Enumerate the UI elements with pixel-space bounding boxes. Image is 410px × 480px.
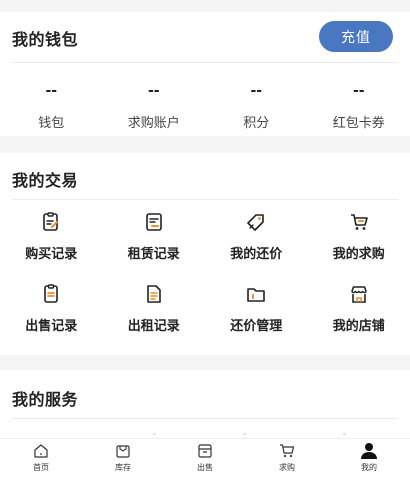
sale-record-icon xyxy=(40,283,62,305)
wallet-stats: -- 钱包 -- 求购账户 -- 积分 -- 红包卡券 xyxy=(0,82,410,131)
wallet-stat-wallet[interactable]: -- 钱包 xyxy=(0,82,103,131)
tab-profile[interactable]: 我的 xyxy=(328,439,410,480)
wallet-header: 我的钱包 充值 xyxy=(0,12,410,62)
trade-title: 我的交易 xyxy=(12,171,79,190)
wallet-card: 我的钱包 充值 -- 钱包 -- 求购账户 -- 积分 -- 红包卡券 xyxy=(0,12,410,136)
stat-label: 红包卡券 xyxy=(332,116,385,131)
stat-value: -- xyxy=(352,83,365,99)
wallet-stat-points[interactable]: -- 积分 xyxy=(205,82,308,131)
tab-label: 首页 xyxy=(33,463,49,472)
counter-offer-icon xyxy=(245,211,267,233)
service-card: 我的服务 xyxy=(0,370,410,440)
tab-label: 库存 xyxy=(115,463,131,472)
home-icon xyxy=(32,442,50,460)
trade-item-label: 出售记录 xyxy=(25,319,78,334)
stat-value: -- xyxy=(250,83,263,99)
stat-value: -- xyxy=(147,83,160,99)
trade-item-sale-record[interactable]: 出售记录 xyxy=(0,283,103,334)
offer-management-icon xyxy=(245,283,267,305)
tab-label: 我的 xyxy=(361,463,377,472)
store-icon xyxy=(348,283,370,305)
tab-label: 出售 xyxy=(197,463,213,472)
trade-item-label: 出租记录 xyxy=(127,319,180,334)
partial-dot xyxy=(153,433,156,435)
service-title: 我的服务 xyxy=(12,390,79,409)
recharge-button[interactable]: 充值 xyxy=(319,21,393,52)
trade-card: 我的交易 购买记录 租赁记录 我的还价 我的求购 出售记录 出租记录 还价管理 … xyxy=(0,153,410,355)
trade-item-label: 购买记录 xyxy=(25,247,78,262)
trade-item-label: 我的还价 xyxy=(230,247,283,262)
lease-record-icon xyxy=(143,211,165,233)
trade-item-want-to-buy[interactable]: 我的求购 xyxy=(308,211,410,262)
trade-item-counter-offer[interactable]: 我的还价 xyxy=(205,211,308,262)
stat-value: -- xyxy=(45,83,58,99)
bottom-tab-bar: 首页 库存 出售 求购 我的 xyxy=(0,438,410,480)
trade-item-my-store[interactable]: 我的店铺 xyxy=(308,283,410,334)
inventory-icon xyxy=(114,442,132,460)
cart-icon xyxy=(278,442,296,460)
want-to-buy-icon xyxy=(348,211,370,233)
stat-label: 积分 xyxy=(243,116,270,131)
tab-buy[interactable]: 求购 xyxy=(246,439,328,480)
trade-grid-row: 购买记录 租赁记录 我的还价 我的求购 xyxy=(0,211,410,262)
trade-item-label: 还价管理 xyxy=(230,319,283,334)
trade-item-label: 我的求购 xyxy=(332,247,385,262)
trade-header: 我的交易 xyxy=(0,153,410,203)
tab-inventory[interactable]: 库存 xyxy=(82,439,164,480)
trade-item-purchase-record[interactable]: 购买记录 xyxy=(0,211,103,262)
partial-dot xyxy=(243,433,246,435)
service-header: 我的服务 xyxy=(0,370,410,420)
rental-record-icon xyxy=(143,283,165,305)
tab-sell[interactable]: 出售 xyxy=(164,439,246,480)
partial-dot xyxy=(343,433,346,435)
partial-content-hint xyxy=(0,433,410,435)
trade-item-offer-management[interactable]: 还价管理 xyxy=(205,283,308,334)
sell-icon xyxy=(196,442,214,460)
wallet-divider xyxy=(12,62,398,63)
service-divider xyxy=(12,418,398,419)
stat-label: 钱包 xyxy=(38,116,65,131)
stat-label: 求购账户 xyxy=(127,116,180,131)
tab-home[interactable]: 首页 xyxy=(0,439,82,480)
trade-item-rental-record[interactable]: 出租记录 xyxy=(103,283,206,334)
trade-item-lease-record[interactable]: 租赁记录 xyxy=(103,211,206,262)
wallet-stat-buy-account[interactable]: -- 求购账户 xyxy=(103,82,206,131)
trade-divider xyxy=(12,199,398,200)
tab-label: 求购 xyxy=(279,463,295,472)
purchase-record-icon xyxy=(40,211,62,233)
trade-item-label: 租赁记录 xyxy=(127,247,180,262)
trade-grid-row: 出售记录 出租记录 还价管理 我的店铺 xyxy=(0,283,410,334)
trade-item-label: 我的店铺 xyxy=(332,319,385,334)
wallet-title: 我的钱包 xyxy=(12,30,79,49)
profile-icon xyxy=(360,442,378,460)
wallet-stat-coupons[interactable]: -- 红包卡券 xyxy=(308,82,410,131)
